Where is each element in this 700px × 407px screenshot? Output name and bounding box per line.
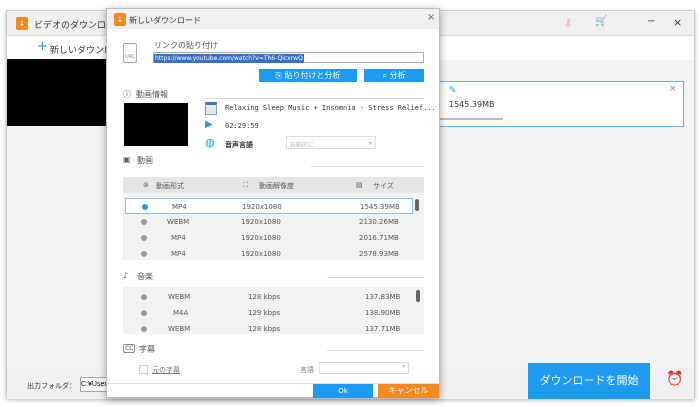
size-icon: ▤ [356,181,363,189]
video-row[interactable]: WEBM 1920x1080 2130.26MB [125,214,415,230]
paste-and-analyze-button[interactable]: ⎘ 貼り付けと分析 [259,69,357,82]
output-folder-label: 出力フォルダ： [27,382,76,390]
audio-language-select[interactable]: 自動的に ▾ [286,136,376,149]
radio-icon [141,326,147,332]
radio-icon [141,235,147,241]
chevron-down-icon: ▾ [401,363,405,370]
search-icon: ⌕ [382,71,390,80]
radio-icon [141,219,147,225]
audio-row[interactable]: WEBM 128 kbps 137.71MB [123,321,413,337]
minimize-button[interactable]: − [647,16,655,27]
col-size: サイズ [373,182,394,190]
original-subtitle-checkbox[interactable] [139,365,148,374]
remove-task-icon[interactable]: × [669,84,677,94]
progress-bar [439,118,503,120]
dialog-title-bar: ↓ 新しいダウンロード × [107,9,439,29]
radio-icon [141,251,147,257]
col-resolution: 動画解像度 [259,182,294,190]
start-download-button[interactable]: ダウンロードを開始 [528,363,650,399]
audio-list-scrollbar[interactable] [416,290,420,302]
video-table-header: ⊚ 動画形式 ⛶ 動画解像度 ▤ サイズ [123,177,424,193]
video-thumbnail [7,59,107,126]
divider [311,166,424,167]
dialog-title: 新しいダウンロード [129,16,201,25]
video-row[interactable]: MP4 1920x1080 1545.39MB [125,198,413,214]
format-icon: ⊚ [143,181,149,189]
video-section-label: 動画 [137,156,153,165]
alarm-clock-icon[interactable]: ⏰ [666,371,683,387]
new-download-button[interactable]: 新しいダウンロ [50,43,113,56]
divider [205,98,424,99]
video-list-scrollbar[interactable] [415,199,419,211]
radio-icon [141,294,147,300]
divider [327,277,424,278]
dialog-close-button[interactable]: × [427,12,435,23]
title-icon [205,102,217,115]
info-icon: ⓘ [123,90,131,99]
col-format: 動画形式 [156,182,184,190]
url-clipboard-icon: URL [123,43,137,63]
dialog-logo-icon: ↓ [114,13,126,26]
audio-row[interactable]: M4A 129 kbps 138.90MB [123,305,413,321]
video-row[interactable]: MP4 1920x1080 2578.93MB [125,246,415,262]
ok-button[interactable]: Ok [313,384,373,398]
url-input[interactable]: https://www.youtube.com/watch?v=Th6-Qlcx… [153,52,424,63]
divider [327,350,424,351]
cc-icon: CC [123,344,136,353]
close-button[interactable]: × [673,16,682,29]
link-label: リンクの貼り付け [154,41,218,50]
audio-format-list: WEBM 128 kbps 137.83MB M4A 129 kbps 138.… [123,287,424,334]
download-task-card: ✎ × 1545.39MB [438,81,684,127]
globe-icon: ◍ [205,136,215,149]
subtitle-section-label: 字幕 [139,345,155,354]
chevron-down-icon: ▾ [368,140,372,147]
video-info-label: 動画情報 [136,90,168,99]
new-download-dialog: ↓ 新しいダウンロード × URL リンクの貼り付け https://www.y… [106,8,440,398]
cancel-button[interactable]: キャンセル [378,384,439,398]
original-subtitle-label[interactable]: 元の字幕 [152,365,180,375]
dialog-thumbnail [124,103,188,146]
play-icon: ▶ [205,119,213,130]
key-icon[interactable]: ⚷ [564,16,572,29]
audio-language-label: 音声言語 [225,141,253,149]
music-note-icon: ♪ [123,271,129,280]
video-format-list: MP4 1920x1080 1545.39MB WEBM 1920x1080 2… [123,193,424,260]
app-logo-icon: ↓ [16,17,28,30]
language-label: 言語 [300,366,314,374]
radio-icon [141,310,147,316]
resolution-icon: ⛶ [243,181,248,189]
edit-icon[interactable]: ✎ [449,86,457,96]
main-title: ビデオのダウンロ [34,21,107,31]
video-section-icon: ▣ [123,155,131,164]
audio-row[interactable]: WEBM 128 kbps 137.83MB [123,289,413,305]
duration: 02:29:59 [225,122,259,130]
video-title: Relaxing Sleep Music + Insomnia - Stress… [225,104,436,112]
selected-check-icon [142,204,148,210]
audio-section-label: 音楽 [137,272,153,281]
subtitle-language-select[interactable]: ▾ [319,362,409,374]
analyze-button[interactable]: ⌕ 分析 [364,69,424,82]
file-size: 1545.39MB [449,100,495,109]
cart-icon[interactable]: 🛒 [595,16,607,27]
video-row[interactable]: MP4 1920x1080 2016.71MB [125,230,415,246]
plus-icon: + [37,39,48,54]
